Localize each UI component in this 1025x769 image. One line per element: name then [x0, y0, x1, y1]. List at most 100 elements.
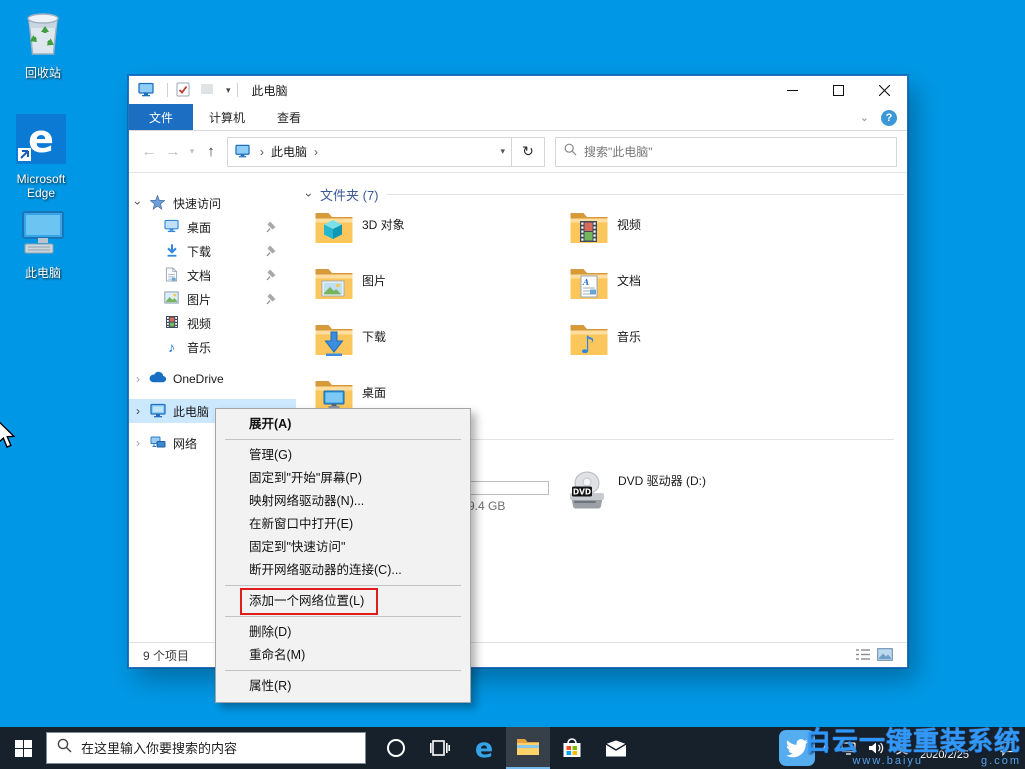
menu-item-map-network-drive[interactable]: 映射网络驱动器(N)... — [216, 490, 470, 513]
breadcrumb-this-pc[interactable]: 此电脑 — [271, 143, 307, 160]
details-view-icon[interactable] — [855, 648, 871, 664]
tray-volume-icon[interactable] — [868, 741, 884, 755]
folder-tile-pictures[interactable]: 图片 — [314, 265, 386, 301]
cortana-button[interactable] — [374, 727, 418, 769]
address-dropdown-icon[interactable]: ▾ — [500, 146, 505, 157]
forward-button[interactable]: → — [161, 140, 185, 164]
sidebar-item-music[interactable]: ♪ 音乐 — [129, 335, 296, 359]
chevron-right-icon[interactable]: › — [133, 436, 143, 450]
menu-item-add-network-location[interactable]: 添加一个网络位置(L) — [216, 590, 470, 613]
tray-network-icon[interactable] — [841, 742, 856, 755]
tray-date[interactable]: 2020/2/25 — [920, 749, 969, 761]
folder-music-icon: ♪ — [569, 321, 609, 357]
start-button[interactable] — [0, 727, 46, 769]
folder-videos-icon — [569, 209, 609, 245]
folder-tile-documents[interactable]: A 文档 — [569, 265, 641, 301]
chevron-right-icon[interactable]: › — [133, 404, 143, 418]
menu-item-properties[interactable]: 属性(R) — [216, 675, 470, 698]
sidebar-item-label: 图片 — [187, 291, 211, 308]
address-bar[interactable]: › 此电脑 › ▾ — [227, 137, 512, 167]
sidebar-item-label: 文档 — [187, 267, 211, 284]
desktop-icon-edge[interactable]: e Microsoft Edge — [8, 114, 74, 200]
dvd-drive-tile[interactable]: DVD DVD 驱动器 (D:) — [564, 467, 706, 513]
desktop-icon-this-pc[interactable]: 此电脑 — [6, 208, 80, 280]
title-bar: ▾ 此电脑 — [129, 76, 907, 104]
task-view-button[interactable] — [418, 727, 462, 769]
desktop-icon-label: 回收站 — [6, 66, 80, 80]
svg-text:DVD: DVD — [573, 488, 591, 497]
download-icon — [163, 243, 180, 259]
recent-locations-icon[interactable]: ▾ — [185, 140, 199, 164]
sidebar-item-onedrive[interactable]: › OneDrive — [129, 367, 296, 391]
tab-file[interactable]: 文件 — [129, 104, 193, 130]
folder-tile-3d-objects[interactable]: 3D 对象 — [314, 209, 405, 245]
folder-tile-music[interactable]: ♪ 音乐 — [569, 321, 641, 357]
taskbar-file-explorer-icon[interactable] — [506, 727, 550, 769]
maximize-button[interactable] — [815, 76, 861, 104]
sidebar-item-downloads[interactable]: 下载 — [129, 239, 296, 263]
divider — [167, 83, 168, 97]
sidebar-item-documents[interactable]: 文档 — [129, 263, 296, 287]
taskbar-store-icon[interactable] — [550, 727, 594, 769]
menu-item-pin-to-quick-access[interactable]: 固定到"快速访问" — [216, 536, 470, 559]
sidebar-item-desktop[interactable]: 桌面 — [129, 215, 296, 239]
ribbon-expand-icon[interactable]: ⌄ — [860, 111, 869, 124]
menu-item-delete[interactable]: 删除(D) — [216, 621, 470, 644]
tray-ime-indicator[interactable]: 英 — [896, 740, 908, 757]
network-icon — [149, 435, 166, 451]
thumbnail-view-icon[interactable] — [877, 648, 893, 664]
menu-item-rename[interactable]: 重命名(M) — [216, 644, 470, 667]
tray-twitter-app-icon[interactable] — [779, 730, 815, 766]
menu-item-open-in-new-window[interactable]: 在新窗口中打开(E) — [216, 513, 470, 536]
pin-icon — [266, 245, 276, 260]
close-button[interactable] — [861, 76, 907, 104]
chevron-down-icon[interactable]: › — [131, 198, 145, 208]
folder-tile-videos[interactable]: 视频 — [569, 209, 641, 245]
search-box[interactable] — [555, 137, 897, 167]
taskbar-mail-icon[interactable] — [594, 727, 638, 769]
folder-label: 文档 — [617, 272, 641, 301]
navigation-bar: ← → ▾ ↑ › 此电脑 › ▾ ↻ — [129, 131, 907, 173]
minimize-button[interactable] — [769, 76, 815, 104]
divider — [387, 194, 904, 195]
taskbar-edge-icon[interactable]: e — [462, 727, 506, 769]
group-header-folders[interactable]: › 文件夹 (7) — [304, 185, 904, 204]
back-button[interactable]: ← — [137, 140, 161, 164]
chevron-down-icon[interactable]: › — [302, 190, 316, 200]
refresh-button[interactable]: ↻ — [512, 137, 545, 167]
tab-computer[interactable]: 计算机 — [193, 104, 261, 130]
qat-properties-icon[interactable] — [174, 82, 191, 98]
sidebar-item-label: 快速访问 — [173, 195, 221, 212]
context-menu: 展开(A) 管理(G) 固定到"开始"屏幕(P) 映射网络驱动器(N)... 在… — [215, 408, 471, 703]
sidebar-item-videos[interactable]: 视频 — [129, 311, 296, 335]
taskbar-search-input[interactable] — [81, 741, 355, 756]
notification-center-icon[interactable] — [999, 741, 1015, 756]
tab-view[interactable]: 查看 — [261, 104, 317, 130]
menu-separator — [225, 616, 461, 617]
item-count: 9 个项目 — [143, 647, 189, 664]
desktop-monitor-icon — [163, 219, 180, 235]
chevron-right-icon[interactable]: › — [133, 372, 143, 386]
tray-hidden-icons-chevron[interactable]: ^ — [823, 741, 829, 756]
sidebar-item-quick-access[interactable]: › 快速访问 — [129, 191, 296, 215]
pin-icon — [266, 293, 276, 308]
folder-tile-downloads[interactable]: 下载 — [314, 321, 386, 357]
svg-text:♪: ♪ — [580, 331, 595, 357]
menu-item-expand[interactable]: 展开(A) — [216, 413, 470, 436]
taskbar-search-box[interactable] — [46, 732, 366, 764]
folder-label: 3D 对象 — [362, 216, 405, 245]
desktop-icon-recycle-bin[interactable]: 回收站 — [6, 6, 80, 80]
menu-item-manage[interactable]: 管理(G) — [216, 444, 470, 467]
up-button[interactable]: ↑ — [199, 140, 223, 164]
drive-size-text: 9.4 GB — [468, 499, 505, 513]
sidebar-item-label: 网络 — [173, 435, 197, 452]
menu-item-pin-to-start[interactable]: 固定到"开始"屏幕(P) — [216, 467, 470, 490]
qat-dropdown-icon[interactable]: ▾ — [226, 85, 231, 96]
group-header-label: 文件夹 (7) — [320, 185, 379, 204]
desktop-icon-label: Microsoft Edge — [8, 172, 74, 200]
sidebar-item-label: 音乐 — [187, 339, 211, 356]
search-input[interactable] — [584, 145, 888, 159]
menu-item-disconnect-network-drive[interactable]: 断开网络驱动器的连接(C)... — [216, 559, 470, 582]
help-icon[interactable]: ? — [881, 110, 897, 126]
sidebar-item-pictures[interactable]: 图片 — [129, 287, 296, 311]
